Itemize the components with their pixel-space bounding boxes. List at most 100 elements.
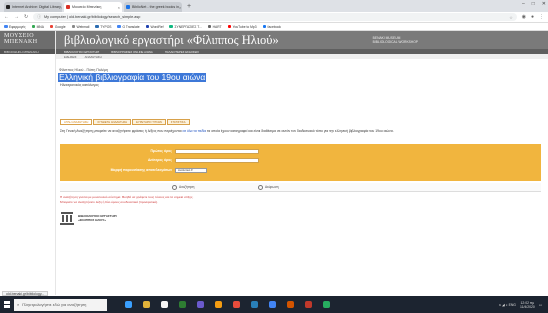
search-button-label: Αναζήτηση [179, 185, 195, 189]
notifications-icon[interactable]: ▭ [539, 303, 542, 307]
subnav-item-search[interactable]: ΑΝΑΖΗΤΗΣΗ [85, 55, 102, 59]
intro-text: Στη Γενική Αναζήτηση μπορείτε να αναζητή… [60, 129, 544, 133]
bookmark-icon [227, 24, 232, 29]
back-icon[interactable]: ← [4, 14, 9, 20]
bookmark-item[interactable]: Εφαρμογές [4, 25, 26, 29]
address-bar[interactable]: ⓘ My computer | old.benaki.gr/bibliology… [33, 13, 517, 21]
taskbar-search-placeholder: Πληκτρολογήστε εδώ για αναζήτηση [22, 302, 87, 307]
museum-logo[interactable]: ΜΟΥΣΕΙΟ ΜΠΕΝΑΚΗ [0, 31, 55, 49]
taskbar-app-icon[interactable] [251, 301, 258, 308]
bookmark-item[interactable]: Webmail [71, 25, 89, 29]
maximize-button[interactable]: □ [532, 1, 535, 7]
forward-icon[interactable]: → [14, 14, 19, 20]
search-button[interactable]: Αναζήτηση [172, 184, 195, 190]
first-term-row: Πρώτος όρος [144, 149, 259, 154]
tray-icons[interactable]: ∧ ◢ ◖ ENG [499, 303, 516, 307]
close-tab-icon[interactable]: × [118, 5, 120, 10]
bookmark-icon [207, 24, 212, 29]
left-sub-label: ΒΙΒΛΙΟΘΗΚΗ ΜΠΕΝΑΚΗ [0, 49, 55, 54]
taskbar-app-icon[interactable] [305, 301, 312, 308]
info-icon[interactable]: ⓘ [37, 15, 41, 20]
search-notes: Η αναζήτηση γίνεται με μονοτονικό σύστημ… [60, 195, 193, 205]
bookmark-label: WordRef [150, 24, 164, 29]
nav-item-workshop[interactable]: ΒΙΒΛΙΟΛΟΓΙΚΟ ΕΡΓΑΣΤΗΡΙ [64, 50, 99, 54]
taskbar-app-icon[interactable] [233, 301, 240, 308]
second-term-row: Δεύτερος όρος [144, 158, 259, 163]
bookmark-icon [49, 24, 54, 29]
close-tab-icon[interactable]: × [61, 5, 62, 10]
left-column: ΜΟΥΣΕΙΟ ΜΠΕΝΑΚΗ ΒΙΒΛΙΟΘΗΚΗ ΜΠΕΝΑΚΗ [0, 31, 56, 295]
taskbar-apps [125, 301, 330, 308]
taskbar-app-icon[interactable] [161, 301, 168, 308]
site-banner: βιβλιολογικό εργαστήρι «Φίλιππος Ηλιού» … [56, 31, 548, 49]
bookmark-item[interactable]: MNA [31, 24, 44, 29]
tab-advanced-search[interactable]: ΣΥΝΘΕΤΗ ΑΝΑΖΗΤΗΣΗ [93, 119, 132, 125]
bookmark-label: Εφαρμογές [9, 24, 26, 29]
footer: ΒΙΒΛΙΟΛΟΓΙΚΟ ΕΡΓΑΣΤΗΡΙ «ΦΙΛΙΠΠΟΣ ΗΛΙΟΥ» [60, 211, 117, 225]
bookmark-item[interactable]: G Translate [117, 24, 140, 29]
search-icon: ⌕ [17, 302, 20, 307]
bookmark-label: YouTube to Mp3 [232, 24, 257, 29]
bookmark-icon [117, 24, 121, 29]
taskbar-app-icon[interactable] [287, 301, 294, 308]
museum-label: BENAKI MUSEUM BIBLIOLOGICAL WORKSHOP [372, 36, 418, 44]
close-window-button[interactable]: ✕ [542, 1, 546, 7]
bookmark-item[interactable]: WordRef [145, 24, 164, 29]
browser-tab-1[interactable]: Internet Archive: Digital Library × [4, 2, 62, 12]
all-fields-link[interactable]: σε όλα τα πεδία [183, 129, 207, 133]
favicon-icon [126, 5, 130, 9]
browser-tab-2[interactable]: Μουσείο Μπενάκη × [64, 2, 122, 12]
site-brand-title[interactable]: βιβλιολογικό εργαστήρι «Φίλιππος Ηλιού» [64, 33, 279, 48]
taskbar-app-icon[interactable] [125, 301, 132, 308]
extension-icon[interactable]: ◉ [522, 14, 526, 20]
new-tab-button[interactable]: + [187, 2, 191, 12]
bookmark-label: MNA [36, 24, 44, 29]
profile-icon[interactable]: ● [531, 14, 534, 20]
start-button[interactable] [0, 296, 14, 313]
search-form: Πρώτος όρος Δεύτερος όρος Μορφή παρουσία… [60, 144, 541, 181]
taskbar-app-icon[interactable] [215, 301, 222, 308]
clear-button[interactable]: Ακύρωση [258, 184, 279, 190]
nav-item-editions[interactable]: ΠΑΛΑΙΟΤΕΡΕΣ ΕΚΔΟΣΕΙΣ [165, 50, 199, 54]
clock-date: 11/4/2020 [519, 304, 535, 309]
intro-text-part: τα οποία έχουν καταγραφεί και είναι διαθ… [206, 129, 394, 133]
cancel-icon [258, 184, 263, 190]
first-term-input[interactable] [175, 149, 259, 154]
reload-icon[interactable]: ↻ [24, 14, 28, 20]
taskbar-app-icon[interactable] [143, 301, 150, 308]
taskbar-app-icon[interactable] [323, 301, 330, 308]
clock[interactable]: 12:02 πμ 11/4/2020 [520, 301, 535, 309]
browser-tabbar: Internet Archive: Digital Library × Μουσ… [0, 0, 548, 12]
taskbar-search[interactable]: ⌕ Πληκτρολογήστε εδώ για αναζήτηση [14, 298, 107, 311]
nav-item-bibliographies[interactable]: ΒΙΒΛΙΟΓΡΑΦΙΕΣ ONLINE ΑΙΩΝΑ [111, 50, 153, 54]
star-icon[interactable]: ☆ [509, 15, 512, 20]
bookmark-item[interactable]: YouTube to Mp3 [227, 24, 257, 29]
minimize-button[interactable]: – [522, 1, 525, 7]
second-term-input[interactable] [175, 158, 259, 163]
bookmark-item[interactable]: TYPOS [95, 25, 111, 29]
bookmark-icon [31, 24, 36, 29]
clock-time: 12:02 πμ [520, 300, 535, 305]
search-tabs: ΑΠΛΗ ΑΝΑΖΗΤΗΣΗ ΣΥΝΘΕΤΗ ΑΝΑΖΗΤΗΣΗ ΕΥΡΕΤΗΡ… [60, 119, 190, 125]
bookmark-item[interactable]: facebook [262, 25, 281, 29]
taskbar-app-icon[interactable] [269, 301, 276, 308]
subnav-item-news[interactable]: ΕΙΔΗΣΕΙΣ [64, 55, 77, 59]
menu-icon[interactable]: ⋮ [539, 14, 544, 20]
bookmark-icon [145, 24, 150, 29]
taskbar-app-icon[interactable] [179, 301, 186, 308]
bookmark-item[interactable]: HART [207, 24, 222, 29]
page-header: Φίλιππος Ηλιού - Πόπη Πολέμη Ελληνική βι… [58, 68, 544, 87]
bookmark-item[interactable]: Google [49, 24, 66, 29]
sort-select[interactable]: Αναλυτικό ▾ [175, 168, 207, 173]
bookmark-icon [169, 24, 173, 29]
tab-statistics[interactable]: ΣΤΑΤΙΣΤΙΚΑ [166, 119, 190, 125]
close-tab-icon[interactable]: × [179, 5, 181, 10]
first-term-label: Πρώτος όρος [150, 149, 172, 154]
bookmark-icon [95, 24, 99, 29]
tab-simple-search[interactable]: ΑΠΛΗ ΑΝΑΖΗΤΗΣΗ [60, 119, 93, 125]
tab-title-index[interactable]: ΕΥΡΕΤΗΡΙΟ ΤΙΤΛΩΝ [132, 119, 166, 125]
taskbar-app-icon[interactable] [197, 301, 204, 308]
bookmark-item[interactable]: ΣΥΝΕΡΓΑΣΙΕΣ Τ... [169, 24, 202, 29]
browser-tab-3[interactable]: ΒiblioNet - the greek books in × [124, 2, 182, 12]
sort-label: Μορφή παρουσίασης αποτελεσμάτων [110, 168, 172, 173]
